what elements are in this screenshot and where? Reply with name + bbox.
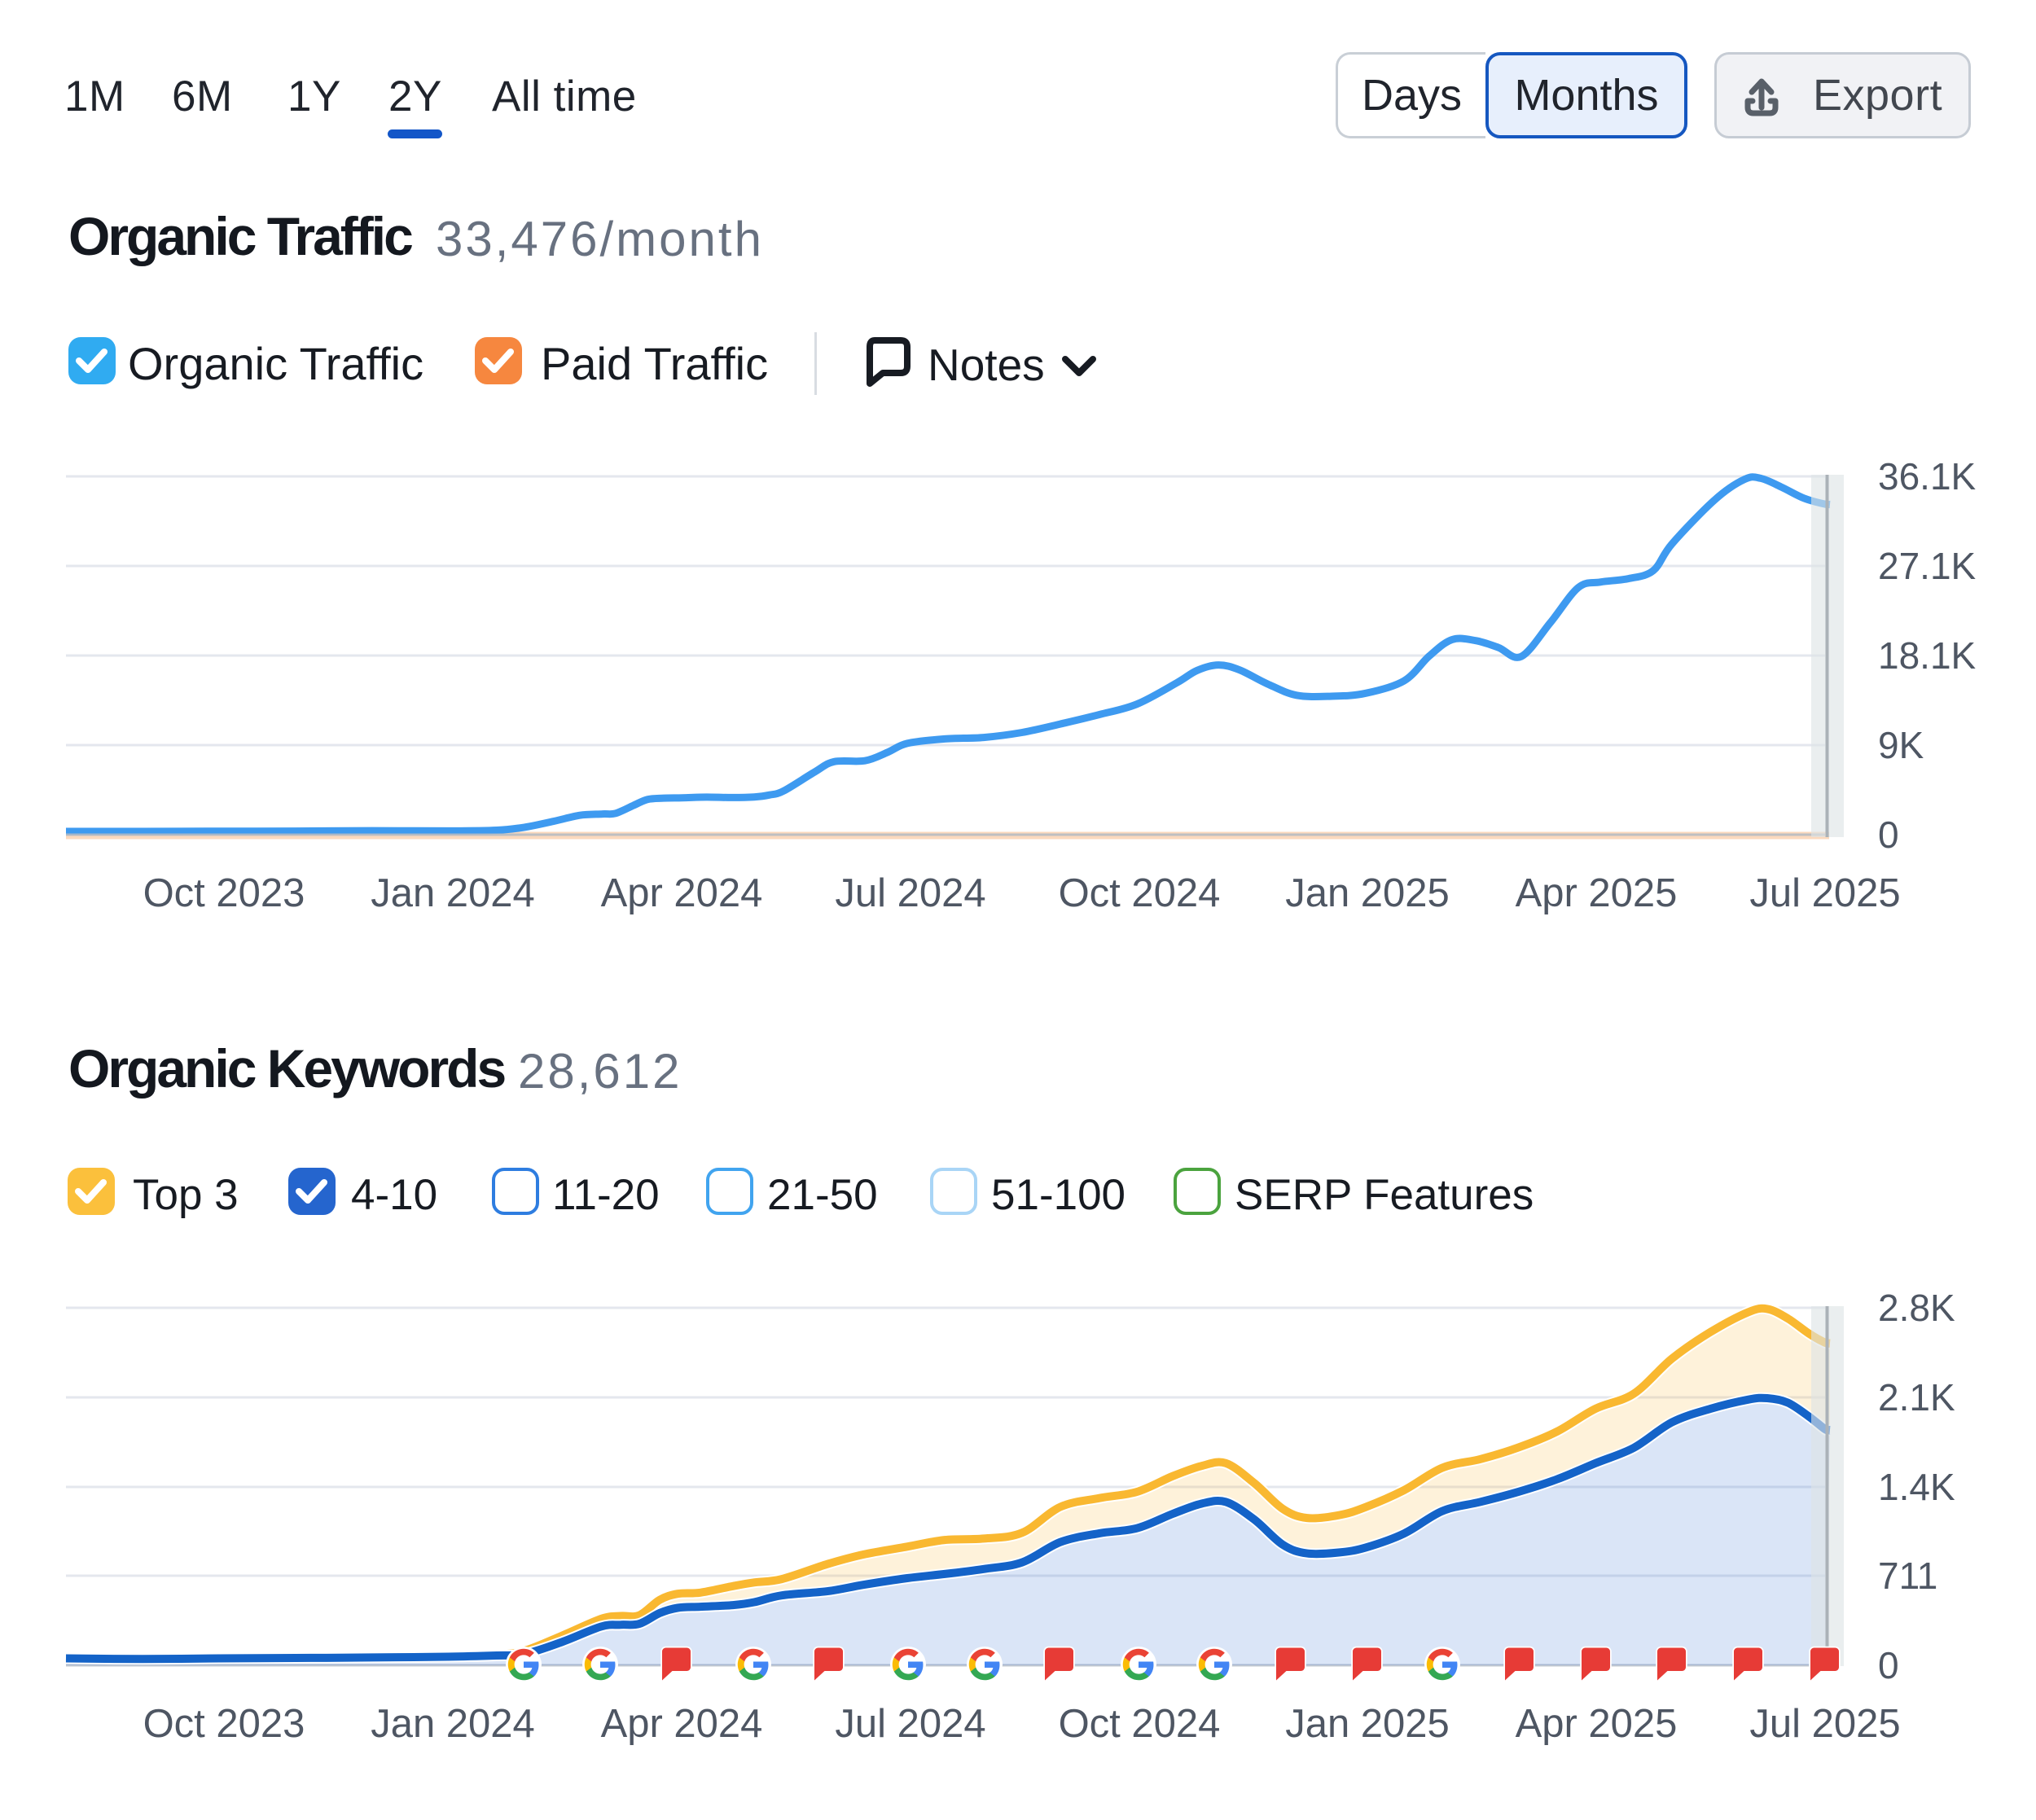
svg-text:9K: 9K [1878,724,1924,766]
svg-text:Oct 2023: Oct 2023 [143,1702,305,1746]
svg-text:Jul 2025: Jul 2025 [1749,871,1900,915]
svg-text:Jul 2024: Jul 2024 [835,871,985,915]
svg-text:2.1K: 2.1K [1878,1376,1955,1419]
svg-text:Jan 2025: Jan 2025 [1285,871,1450,915]
svg-text:Oct 2023: Oct 2023 [143,871,305,915]
svg-text:Jul 2024: Jul 2024 [835,1702,985,1746]
svg-text:36.1K: 36.1K [1878,455,1977,498]
svg-text:0: 0 [1878,1644,1899,1686]
svg-text:711: 711 [1878,1555,1937,1597]
svg-text:2.8K: 2.8K [1878,1287,1955,1329]
svg-text:18.1K: 18.1K [1878,634,1977,677]
svg-text:Jul 2025: Jul 2025 [1749,1702,1900,1746]
svg-text:Apr 2024: Apr 2024 [601,871,763,915]
svg-text:Jan 2024: Jan 2024 [371,1702,535,1746]
svg-text:Apr 2025: Apr 2025 [1516,871,1678,915]
svg-text:Jan 2025: Jan 2025 [1285,1702,1450,1746]
svg-text:Apr 2024: Apr 2024 [601,1702,763,1746]
svg-text:27.1K: 27.1K [1878,545,1977,587]
svg-text:1.4K: 1.4K [1878,1466,1955,1508]
svg-text:Apr 2025: Apr 2025 [1516,1702,1678,1746]
svg-text:Oct 2024: Oct 2024 [1059,1702,1221,1746]
svg-text:0: 0 [1878,814,1899,856]
svg-text:Jan 2024: Jan 2024 [371,871,535,915]
svg-text:Oct 2024: Oct 2024 [1059,871,1221,915]
